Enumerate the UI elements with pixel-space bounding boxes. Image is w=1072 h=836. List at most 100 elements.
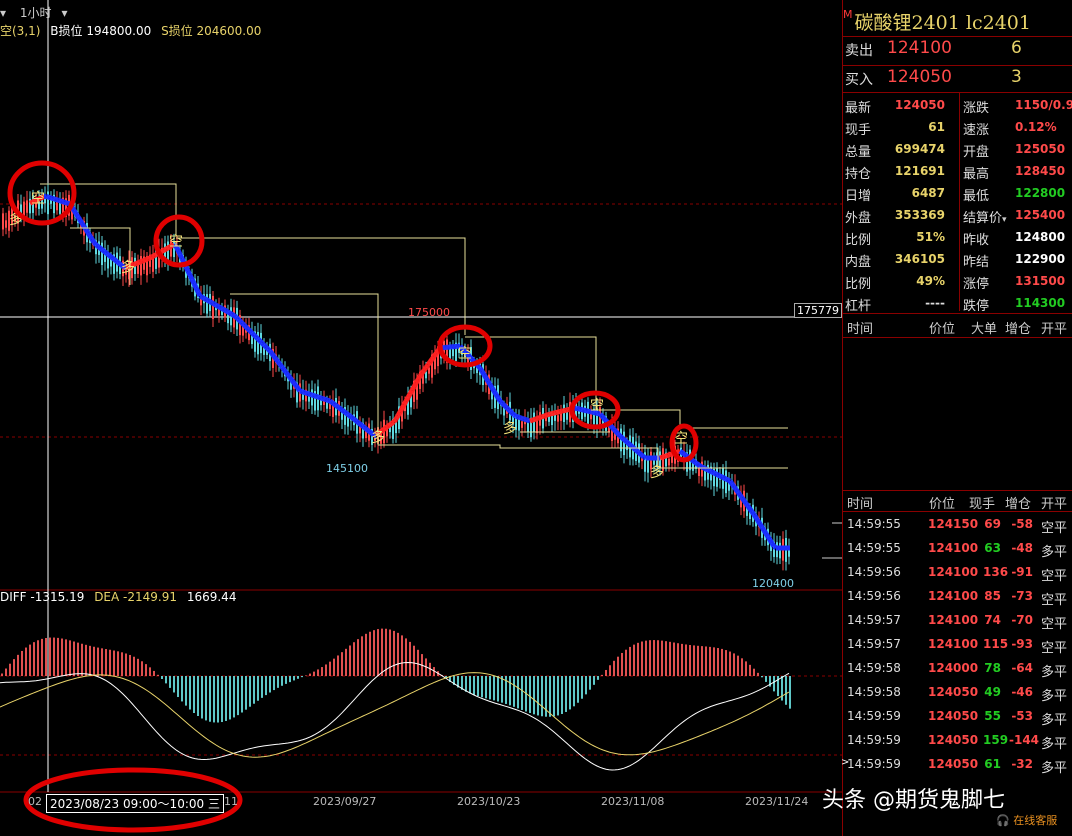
trend-band-segment xyxy=(531,417,535,423)
indicator-name[interactable]: 空(3,1) xyxy=(0,24,40,38)
trend-band-segment xyxy=(280,365,286,372)
tick-row[interactable]: 14:59:56 124100 136 -91 空平 xyxy=(843,560,1072,584)
trend-band-segment xyxy=(769,541,777,548)
trend-band-segment xyxy=(508,409,514,415)
trend-band-segment xyxy=(665,452,669,459)
trend-band-segment xyxy=(281,368,289,374)
stat-label: 总量 xyxy=(845,145,872,160)
symbol-marker: M xyxy=(843,8,853,21)
tick-oi-change: -64 xyxy=(1011,661,1033,675)
trend-band-segment xyxy=(53,196,57,202)
cursor-date-label: 2023/08/23 09:00～10:00 三 xyxy=(46,794,224,813)
col-big: 大单 xyxy=(971,322,998,337)
toolbar-arrow[interactable]: ▾ xyxy=(0,6,6,20)
tick-oi-change: -91 xyxy=(1011,565,1033,579)
stat-value: 699474 xyxy=(894,142,945,156)
high-price-label: 175000 xyxy=(408,306,450,319)
trend-band-segment xyxy=(248,329,254,335)
trend-band-segment xyxy=(189,278,197,285)
y-axis-cursor-label: 175779 xyxy=(794,303,842,318)
dea-line xyxy=(0,672,790,758)
trend-band-segment xyxy=(722,475,728,482)
trend-band-segment xyxy=(411,381,419,389)
stat-label: 开盘 xyxy=(963,145,990,160)
trend-band-segment xyxy=(483,376,491,383)
trend-band-segment xyxy=(177,253,185,260)
stat-value: 353369 xyxy=(894,208,945,222)
trend-band-segment xyxy=(256,337,262,343)
trend-band-segment xyxy=(299,388,303,395)
trend-band-segment xyxy=(626,441,632,447)
stat-value: 131500 xyxy=(1015,274,1066,288)
trend-band-segment xyxy=(417,371,425,378)
tick-row[interactable]: 14:59:55 124100 63 -48 多平 xyxy=(843,536,1072,560)
tick-volume: 159 xyxy=(983,733,1009,747)
trend-band-segment xyxy=(272,354,278,361)
trend-band-segment xyxy=(714,471,720,478)
tick-row[interactable]: 14:59:55 124150 69 -58 空平 xyxy=(843,512,1072,536)
tick-price: 124100 xyxy=(928,637,979,651)
tick-volume: 74 xyxy=(984,613,1001,627)
tick-kind: 空平 xyxy=(1041,641,1068,656)
kline-chart[interactable]: 空多空多多空多空空多 xyxy=(0,0,842,836)
trend-band-segment xyxy=(487,383,495,390)
stat-value: 61 xyxy=(928,120,945,134)
stat-value: 49% xyxy=(916,274,945,288)
tick-time: 14:59:55 xyxy=(847,517,901,531)
tick-price: 124000 xyxy=(928,661,979,675)
trend-band-segment xyxy=(150,253,156,260)
tick-oi-change: -58 xyxy=(1011,517,1033,531)
trend-band-segment xyxy=(268,349,274,356)
trend-band-segment xyxy=(79,221,87,228)
tick-row[interactable]: 14:59:58 124000 78 -64 多平 xyxy=(843,656,1072,680)
tick-row[interactable]: 14:59:56 124100 85 -73 空平 xyxy=(843,584,1072,608)
stat-label: 跌停 xyxy=(963,299,990,314)
trend-band-segment xyxy=(218,305,224,311)
stat-value: 1150/0.94% xyxy=(1015,98,1072,112)
trend-band-segment xyxy=(164,245,170,252)
candle-body xyxy=(5,220,7,228)
short-signal: 空 xyxy=(458,346,472,362)
bid-label: 买入 xyxy=(845,72,873,88)
trend-band-segment xyxy=(477,366,485,373)
tick-row[interactable]: >14:59:59 124050 61 -32 多平 xyxy=(841,752,1072,776)
date-tick-1: 11 xyxy=(224,795,238,808)
trend-band-segment xyxy=(694,461,700,467)
trend-band-segment xyxy=(61,199,65,205)
trend-band-segment xyxy=(749,510,757,517)
tick-row[interactable]: 14:59:57 124100 115 -93 空平 xyxy=(843,632,1072,656)
trend-band-segment xyxy=(525,417,529,423)
trend-band-segment xyxy=(185,269,193,277)
trend-band-segment xyxy=(254,335,260,341)
trend-band-segment xyxy=(330,400,336,406)
tick-price: 124050 xyxy=(928,733,979,747)
stat-value: ---- xyxy=(925,296,945,310)
period-selector[interactable]: 1小时 ▾ xyxy=(20,6,78,20)
candle-body xyxy=(521,421,523,428)
ask-row[interactable]: 卖出 124100 6 xyxy=(845,37,1071,65)
trend-band-segment xyxy=(521,415,525,422)
tick-row[interactable]: 14:59:57 124100 74 -70 空平 xyxy=(843,608,1072,632)
bid-row[interactable]: 买入 124050 3 xyxy=(845,66,1071,94)
trend-band-segment xyxy=(366,428,372,434)
settlement-dropdown-icon[interactable]: ▾ xyxy=(1002,215,1007,225)
trend-band-segment xyxy=(745,504,753,511)
trend-band-segment xyxy=(537,415,541,421)
trend-band-segment xyxy=(96,244,102,250)
trend-band-segment xyxy=(724,476,730,483)
trend-band-segment xyxy=(433,349,441,356)
trend-band-segment xyxy=(704,466,710,473)
trend-band-segment xyxy=(319,395,323,401)
trend-band-segment xyxy=(348,414,354,420)
trend-band-segment xyxy=(547,411,551,418)
tick-row[interactable]: 14:59:58 124050 49 -46 多平 xyxy=(843,680,1072,704)
trend-band-segment xyxy=(287,376,295,382)
dea-value: DEA -2149.91 xyxy=(94,590,177,604)
tick-row[interactable]: 14:59:59 124050 159 -144 多平 xyxy=(843,728,1072,752)
col-price: 价位 xyxy=(929,322,956,337)
symbol-title[interactable]: M 碳酸锂2401 lc2401 xyxy=(843,8,1072,35)
chart-area[interactable]: 空多空多多空多空空多 ▾ 1小时 ▾ 空(3,1) B损位 194800.00 S… xyxy=(0,0,842,836)
online-service-link[interactable]: 🎧 在线客服 xyxy=(996,812,1057,828)
trend-band-segment xyxy=(106,252,112,258)
tick-row[interactable]: 14:59:59 124050 55 -53 多平 xyxy=(843,704,1072,728)
